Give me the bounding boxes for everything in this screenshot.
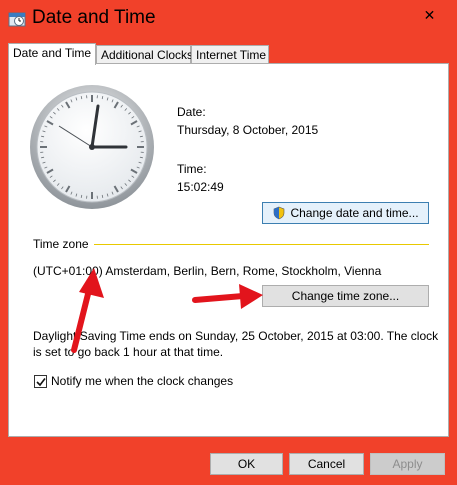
apply-button[interactable]: Apply [370, 453, 445, 475]
time-zone-heading: Time zone [33, 237, 89, 251]
uac-shield-icon [272, 206, 286, 220]
cancel-label: Cancel [307, 457, 346, 471]
dst-info-line-2: is set to go back 1 hour at that time. [33, 345, 224, 359]
time-label: Time: [177, 162, 207, 176]
date-label: Date: [177, 105, 206, 119]
change-time-zone-button[interactable]: Change time zone... [262, 285, 429, 307]
notify-checkbox[interactable] [34, 375, 47, 388]
tab-internet-time[interactable]: Internet Time [191, 45, 269, 63]
window-title: Date and Time [32, 7, 156, 28]
tab-label: Additional Clocks [101, 48, 194, 62]
annotation-arrow-up-icon [71, 268, 104, 353]
tab-label: Date and Time [13, 46, 92, 60]
tab-additional-clocks[interactable]: Additional Clocks [96, 45, 194, 63]
cancel-button[interactable]: Cancel [289, 453, 364, 475]
date-time-app-icon [8, 10, 26, 28]
tab-label: Internet Time [196, 48, 267, 62]
change-date-time-label: Change date and time... [290, 206, 419, 220]
checkmark-icon [35, 377, 46, 387]
analog-clock [30, 85, 154, 209]
date-time-panel: Date: Thursday, 8 October, 2015 Time: 15… [8, 63, 449, 437]
time-value: 15:02:49 [177, 180, 224, 194]
close-icon: ✕ [423, 7, 436, 23]
time-zone-divider [94, 244, 429, 245]
ok-label: OK [237, 457, 256, 471]
annotation-arrow-right-icon [192, 284, 263, 309]
apply-label: Apply [392, 457, 423, 471]
tab-date-and-time[interactable]: Date and Time [8, 43, 96, 65]
date-value: Thursday, 8 October, 2015 [177, 123, 319, 137]
title-bar[interactable]: Date and Time ✕ [0, 0, 457, 38]
notify-label[interactable]: Notify me when the clock changes [51, 374, 233, 388]
date-time-dialog: Date and Time ✕ Date and Time Additional… [0, 0, 457, 485]
ok-button[interactable]: OK [210, 453, 283, 475]
change-date-time-button[interactable]: Change date and time... [262, 202, 429, 224]
change-time-zone-label: Change time zone... [291, 289, 400, 303]
close-button[interactable]: ✕ [407, 1, 452, 30]
